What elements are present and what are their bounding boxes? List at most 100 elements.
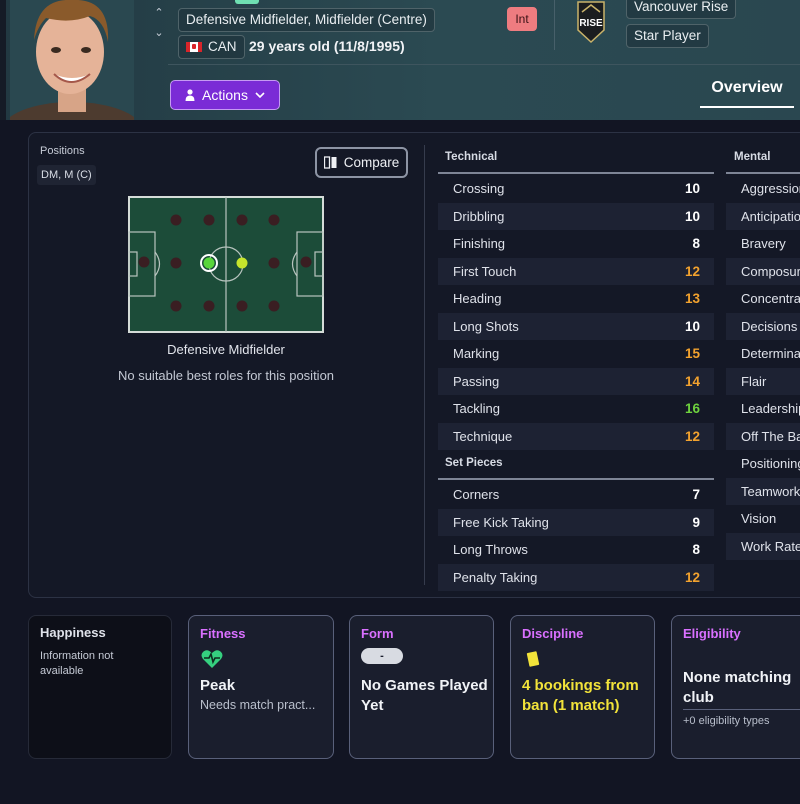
pitch-slot-mc <box>236 257 248 269</box>
canada-flag-icon <box>186 42 202 52</box>
actions-button[interactable]: Actions <box>170 80 280 110</box>
attribute-row[interactable]: Marking 15 <box>438 340 714 368</box>
attribute-row[interactable]: Corners 7 <box>438 481 714 509</box>
attribute-row[interactable]: Concentration <box>726 285 800 313</box>
attribute-name: Technique <box>453 428 513 444</box>
attribute-row[interactable]: Dribbling 10 <box>438 202 714 230</box>
attribute-row[interactable]: Positioning <box>726 450 800 478</box>
pitch-slot-amr <box>236 300 248 312</box>
position-pitch[interactable] <box>128 196 324 333</box>
club-pill[interactable]: Vancouver Rise <box>626 0 737 19</box>
attribute-name: Crossing <box>453 181 505 197</box>
chevron-down-icon[interactable]: ⌄ <box>152 23 166 43</box>
attribute-value: 12 <box>684 569 700 585</box>
eligibility-sub: +0 eligibility types <box>683 715 770 727</box>
attribute-name: Determination <box>741 346 800 362</box>
compare-button[interactable]: Compare <box>315 147 408 178</box>
attribute-row[interactable]: Determination <box>726 340 800 368</box>
attribute-row[interactable]: Crossing 10 <box>438 175 714 203</box>
attribute-row[interactable]: Flair <box>726 367 800 395</box>
set-pieces-underline <box>438 478 714 480</box>
fitness-card[interactable]: Fitness Peak Needs match pract... <box>188 615 334 759</box>
club-logo-text: RISE <box>579 18 603 29</box>
player-header: ⌃ ⌄ Defensive Midfielder, Midfielder (Ce… <box>0 0 800 120</box>
attribute-value: 7 <box>692 487 700 503</box>
chevron-down-icon <box>255 92 265 98</box>
attribute-name: First Touch <box>453 263 517 279</box>
pitch-slot-stl <box>268 214 280 226</box>
attribute-row[interactable]: Aggression <box>726 175 800 203</box>
attribute-row[interactable]: Decisions <box>726 312 800 340</box>
discipline-title: Discipline <box>522 626 584 641</box>
pitch-slot-ml <box>203 214 215 226</box>
attribute-name: Tackling <box>453 401 500 417</box>
attribute-row[interactable]: Heading 13 <box>438 285 714 313</box>
attribute-name: Positioning <box>741 456 800 472</box>
attribute-row[interactable]: Long Throws 8 <box>438 536 714 564</box>
attribute-row[interactable]: Anticipation <box>726 202 800 230</box>
club-logo[interactable]: RISE <box>574 0 608 44</box>
yellow-card-icon <box>526 651 540 667</box>
eligibility-title: Eligibility <box>683 626 741 641</box>
attribute-name: Long Shots <box>453 318 519 334</box>
attribute-name: Passing <box>453 373 500 389</box>
attribute-name: Anticipation <box>741 208 800 224</box>
attribute-row[interactable]: Vision <box>726 505 800 533</box>
form-card[interactable]: Form - No Games Played Yet <box>349 615 494 759</box>
happiness-text: Information not available <box>40 650 114 677</box>
attribute-value: 16 <box>684 401 700 417</box>
pitch-slot-dr <box>170 300 182 312</box>
attribute-row[interactable]: Free Kick Taking 9 <box>438 508 714 536</box>
attribute-name: Free Kick Taking <box>453 514 549 530</box>
fitness-sub: Needs match pract... <box>200 698 316 712</box>
technical-list: Crossing 10 Dribbling 10 Finishing 8 First Tou… <box>438 175 714 450</box>
positions-label: Positions <box>40 145 85 157</box>
attribute-value: 10 <box>684 318 700 334</box>
form-value: No Games Played Yet <box>361 677 488 714</box>
attribute-row[interactable]: Bravery <box>726 230 800 258</box>
header-separator <box>168 64 800 65</box>
attribute-row[interactable]: First Touch 12 <box>438 257 714 285</box>
eligibility-card[interactable]: Eligibility None matching club +0 eligib… <box>671 615 800 759</box>
attribute-row[interactable]: Leadership <box>726 395 800 423</box>
attribute-name: Dribbling <box>453 208 505 224</box>
actions-label: Actions <box>202 87 248 103</box>
happiness-title: Happiness <box>40 625 106 640</box>
attribute-name: Flair <box>741 373 767 389</box>
attribute-row[interactable]: Teamwork <box>726 477 800 505</box>
set-pieces-list: Corners 7 Free Kick Taking 9 Long Throws 8 Pen… <box>438 481 714 591</box>
attribute-name: Corners <box>453 487 500 503</box>
attribute-row[interactable]: Penalty Taking 12 <box>438 563 714 591</box>
attribute-row[interactable]: Finishing 8 <box>438 230 714 258</box>
attribute-name: Concentration <box>741 291 800 307</box>
set-pieces-title: Set Pieces <box>445 457 503 469</box>
pitch-slot-amc <box>268 257 280 269</box>
attribute-name: Teamwork <box>741 483 800 499</box>
panel-divider <box>424 145 425 585</box>
chevron-up-icon[interactable]: ⌃ <box>152 3 166 23</box>
attribute-name: Off The Ball <box>741 428 800 444</box>
attribute-name: Aggression <box>741 181 800 197</box>
attribute-row[interactable]: Long Shots 10 <box>438 312 714 340</box>
attribute-name: Heading <box>453 291 502 307</box>
attribute-name: Composure <box>741 263 800 279</box>
compare-label: Compare <box>343 155 400 170</box>
technical-underline <box>438 172 714 174</box>
international-badge: Int <box>507 7 537 31</box>
pitch-slot-st <box>300 256 312 268</box>
attribute-row[interactable]: Passing 14 <box>438 367 714 395</box>
attribute-value: 14 <box>684 373 700 389</box>
tab-overview[interactable]: Overview <box>700 74 794 108</box>
happiness-card[interactable]: Happiness Information not available <box>28 615 172 759</box>
attribute-row[interactable]: Technique 12 <box>438 422 714 450</box>
nationality-pill[interactable]: CAN <box>178 35 245 59</box>
attribute-value: 12 <box>684 263 700 279</box>
discipline-card[interactable]: Discipline 4 bookings from ban (1 match) <box>510 615 655 759</box>
attribute-row[interactable]: Off The Ball <box>726 422 800 450</box>
attribute-row[interactable]: Work Rate <box>726 532 800 560</box>
compare-icon <box>323 156 337 169</box>
attribute-name: Decisions <box>741 318 798 334</box>
attribute-row[interactable]: Tackling 16 <box>438 395 714 423</box>
roles-note: No suitable best roles for this position <box>117 368 335 383</box>
attribute-row[interactable]: Composure <box>726 257 800 285</box>
